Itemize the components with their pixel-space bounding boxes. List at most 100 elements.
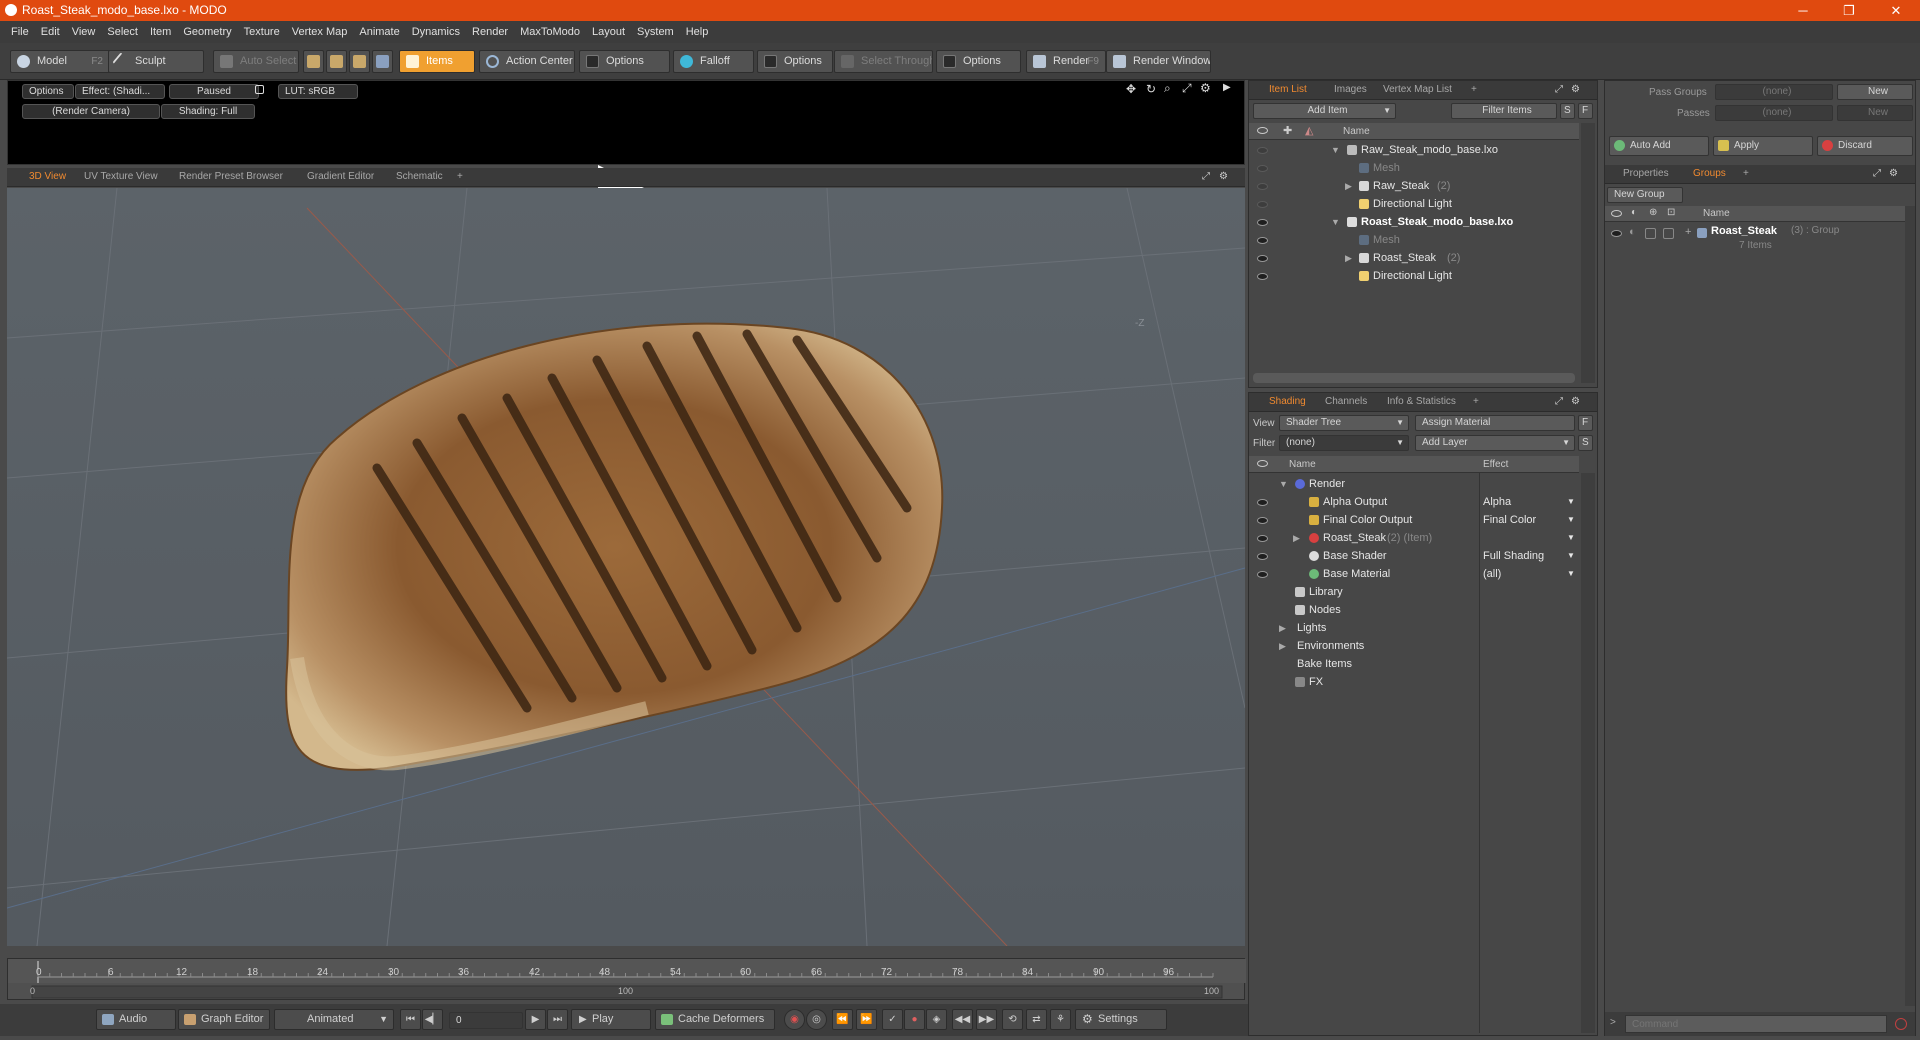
apply-button[interactable]: Apply — [1713, 136, 1813, 156]
menu-arrow-icon[interactable]: ▶ — [1223, 82, 1231, 93]
menu-vertex-map[interactable]: Vertex Map — [292, 26, 348, 38]
maximize-button[interactable]: ❐ — [1829, 1, 1869, 20]
menu-maxtomodo[interactable]: MaxToModo — [520, 26, 580, 38]
shader-row-roast-steak[interactable]: ▶ Roast_Steak (2) (Item) ▼ — [1249, 529, 1579, 547]
visibility-eye-icon[interactable] — [1257, 183, 1268, 190]
menu-render[interactable]: Render — [472, 26, 508, 38]
step-back-icon[interactable]: ◀◀ — [952, 1009, 973, 1030]
gear-icon[interactable]: ⚙ — [1889, 168, 1898, 179]
current-frame-input[interactable]: 0 — [449, 1012, 523, 1029]
edges-mode-button[interactable] — [326, 50, 347, 73]
visibility-eye-icon[interactable] — [1611, 230, 1622, 237]
shader-row-base-material[interactable]: Base Material (all) ▼ — [1249, 565, 1579, 583]
shader-row-final-color-output[interactable]: Final Color Output Final Color ▼ — [1249, 511, 1579, 529]
action-center-button[interactable]: Action Center — [479, 50, 575, 73]
tab-images[interactable]: Images — [1334, 84, 1367, 95]
next-frame-button[interactable]: ▶ — [525, 1009, 546, 1030]
expand-plus-icon[interactable]: + — [1685, 226, 1691, 238]
visibility-eye-icon[interactable] — [1257, 165, 1268, 172]
tab-3d-view[interactable]: 3D View — [29, 171, 66, 182]
lut-dropdown[interactable]: LUT: sRGB — [278, 84, 358, 99]
loop-icon[interactable]: ⟲ — [1002, 1009, 1023, 1030]
render-camera-dropdown[interactable]: (Render Camera) — [22, 104, 160, 119]
menu-system[interactable]: System — [637, 26, 674, 38]
visibility-eye-icon[interactable] — [1257, 147, 1268, 154]
prev-key-icon[interactable]: ⏪ — [832, 1009, 853, 1030]
add-tab-icon[interactable]: + — [457, 171, 463, 182]
view-dropdown[interactable]: Shader Tree ▼ — [1279, 415, 1409, 431]
tab-vertex-map-list[interactable]: Vertex Map List — [1383, 84, 1452, 95]
select-checkbox[interactable] — [1663, 228, 1674, 239]
command-history-icon[interactable] — [1895, 1018, 1907, 1030]
visibility-eye-icon[interactable] — [1257, 571, 1268, 578]
chevron-down-icon[interactable]: ▼ — [1567, 529, 1575, 547]
menu-edit[interactable]: Edit — [41, 26, 60, 38]
shader-row-lights[interactable]: ▶ Lights — [1249, 619, 1579, 637]
lock-icon[interactable] — [255, 85, 264, 94]
expand-arrow-icon[interactable]: ▼ — [1331, 141, 1340, 159]
maximize-view-icon[interactable]: ⤢ — [1182, 81, 1192, 96]
new-pass-button[interactable]: New — [1837, 105, 1913, 121]
record-icon[interactable]: ● — [904, 1009, 925, 1030]
new-group-button[interactable]: New Group — [1607, 187, 1683, 203]
go-to-start-button[interactable]: ⏮ — [400, 1009, 421, 1030]
settings-button[interactable]: ⚙ Settings — [1075, 1009, 1167, 1030]
shader-row-fx[interactable]: FX — [1249, 673, 1579, 691]
shader-row-bake-items[interactable]: Bake Items — [1249, 655, 1579, 673]
tab-properties[interactable]: Properties — [1623, 168, 1669, 179]
menu-layout[interactable]: Layout — [592, 26, 625, 38]
next-key-icon[interactable]: ⏩ — [856, 1009, 877, 1030]
expand-arrow-icon[interactable]: ▼ — [1331, 213, 1340, 231]
graph-editor-button[interactable]: Graph Editor — [178, 1009, 270, 1030]
render-window-button[interactable]: Render Window — [1106, 50, 1211, 73]
command-input[interactable] — [1625, 1015, 1887, 1033]
shading-dropdown[interactable]: Shading: Full — [161, 104, 255, 119]
shader-row-nodes[interactable]: Nodes — [1249, 601, 1579, 619]
layer-effect[interactable]: Alpha — [1483, 493, 1511, 511]
passes-dropdown[interactable]: (none) — [1715, 105, 1833, 121]
menu-texture[interactable]: Texture — [244, 26, 280, 38]
menu-geometry[interactable]: Geometry — [183, 26, 231, 38]
group-row-roast-steak[interactable]: ◐ + Roast_Steak (3) : Group 7 Items — [1605, 224, 1905, 254]
item-list-scrollbar[interactable] — [1581, 123, 1595, 383]
move-icon[interactable]: ✥ — [1126, 82, 1136, 96]
render-toggle-icon[interactable]: ◐ — [1629, 226, 1636, 238]
menu-select[interactable]: Select — [107, 26, 138, 38]
expand-arrow-icon[interactable]: ▶ — [1345, 249, 1352, 267]
gear-icon[interactable]: ⚙ — [1200, 81, 1211, 95]
tab-groups[interactable]: Groups — [1693, 168, 1726, 179]
zoom-icon[interactable]: ⌕ — [1164, 81, 1171, 96]
action-center-options-button[interactable]: Options — [579, 50, 670, 73]
key-all-icon[interactable]: ◎ — [806, 1009, 827, 1030]
gear-icon[interactable]: ⚙ — [1571, 396, 1580, 407]
gear-icon[interactable]: ⚙ — [1219, 171, 1228, 182]
maximize-view-icon[interactable]: ⤢ — [1555, 396, 1563, 407]
visibility-eye-icon[interactable] — [1257, 201, 1268, 208]
add-tab-icon[interactable]: + — [1743, 168, 1749, 179]
animated-dropdown[interactable]: Animated ▼ — [274, 1009, 394, 1030]
visibility-eye-icon[interactable] — [1257, 273, 1268, 280]
chevron-down-icon[interactable]: ▼ — [1567, 547, 1575, 565]
tab-gradient-editor[interactable]: Gradient Editor — [307, 171, 374, 182]
tab-uv-texture-view[interactable]: UV Texture View — [84, 171, 158, 182]
add-tab-icon[interactable]: + — [1471, 84, 1477, 95]
audio-button[interactable]: Audio — [96, 1009, 176, 1030]
shader-row-environments[interactable]: ▶ Environments — [1249, 637, 1579, 655]
shader-row-library[interactable]: Library — [1249, 583, 1579, 601]
shader-row-base-shader[interactable]: Base Shader Full Shading ▼ — [1249, 547, 1579, 565]
menu-file[interactable]: File — [11, 26, 29, 38]
visibility-eye-icon[interactable] — [1257, 219, 1268, 226]
go-to-end-button[interactable]: ⏭ — [547, 1009, 568, 1030]
key-selected-icon[interactable]: ◈ — [926, 1009, 947, 1030]
maximize-view-icon[interactable]: ⤢ — [1555, 84, 1563, 95]
refresh-icon[interactable]: ↻ — [1146, 82, 1156, 96]
tab-render-preset-browser[interactable]: Render Preset Browser — [179, 171, 283, 182]
shader-tree-scrollbar[interactable] — [1581, 473, 1595, 1033]
visibility-eye-icon[interactable] — [1257, 499, 1268, 506]
item-list-f-button[interactable]: F — [1578, 103, 1593, 119]
tab-schematic[interactable]: Schematic — [396, 171, 443, 182]
menu-help[interactable]: Help — [686, 26, 709, 38]
add-tab-icon[interactable]: + — [1473, 396, 1479, 407]
model-mode-button[interactable]: Model F2 — [10, 50, 110, 73]
step-forward-icon[interactable]: ▶▶ — [976, 1009, 997, 1030]
